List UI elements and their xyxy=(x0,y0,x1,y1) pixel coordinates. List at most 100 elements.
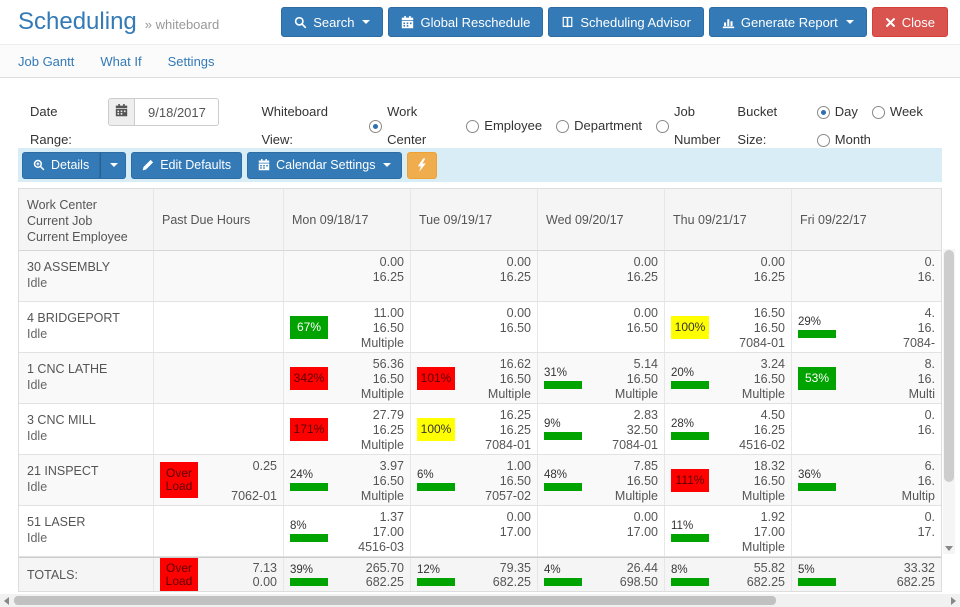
details-button[interactable]: Details xyxy=(22,152,100,179)
calendar-picker-button[interactable] xyxy=(108,98,136,126)
day-cell[interactable]: 29%4.16.7084- xyxy=(791,302,941,352)
nav-link-settings[interactable]: Settings xyxy=(168,54,215,69)
day-cell[interactable]: 101%16.6216.50Multiple xyxy=(410,353,537,403)
cell-indicator: 101% xyxy=(417,367,465,390)
scroll-right-arrow-icon[interactable] xyxy=(951,597,956,605)
workcenter-cell[interactable]: 4 BRIDGEPORTIdle xyxy=(19,302,153,352)
pastdue-cell[interactable]: Over Load0.25 7062-01 xyxy=(153,455,283,505)
value-line: 33.32 xyxy=(846,561,935,575)
day-cell[interactable]: 0.0017.00 xyxy=(537,506,664,556)
close-button[interactable]: Close xyxy=(872,7,948,37)
pastdue-cell[interactable] xyxy=(153,353,283,403)
scheduling-advisor-button[interactable]: Scheduling Advisor xyxy=(548,7,704,37)
cell-values: 0.0016.25 xyxy=(465,254,531,285)
radio-month[interactable]: Month xyxy=(817,126,871,154)
load-bar: 28% xyxy=(671,418,709,440)
day-cell[interactable]: 20%3.2416.50Multiple xyxy=(664,353,791,403)
radio-job-number[interactable]: Job Number xyxy=(656,98,737,154)
calendar-icon xyxy=(115,104,128,120)
vertical-scrollbar[interactable] xyxy=(943,249,955,554)
day-cell[interactable]: 53%8.16.Multi xyxy=(791,353,941,403)
day-cell[interactable]: 0.0016.25 xyxy=(283,251,410,301)
day-cell[interactable]: 36%6.16.Multip xyxy=(791,455,941,505)
workcenter-cell[interactable]: 3 CNC MILLIdle xyxy=(19,404,153,454)
scroll-left-arrow-icon[interactable] xyxy=(4,597,9,605)
load-bar: 5% xyxy=(798,564,836,586)
radio-day[interactable]: Day xyxy=(817,98,858,126)
workcenter-name: 4 BRIDGEPORT xyxy=(27,310,145,326)
generate-report-button[interactable]: Generate Report xyxy=(709,7,867,37)
day-cell[interactable]: 0.0016.25 xyxy=(410,251,537,301)
day-cell[interactable]: 31%5.1416.50Multiple xyxy=(537,353,664,403)
load-bar: 36% xyxy=(798,469,836,491)
workcenter-cell[interactable]: 51 LASERIdle xyxy=(19,506,153,556)
scroll-down-arrow-icon[interactable] xyxy=(945,546,953,551)
header-line: Work Center xyxy=(27,197,145,213)
pastdue-cell[interactable] xyxy=(153,404,283,454)
day-cell[interactable]: 111%18.3216.50Multiple xyxy=(664,455,791,505)
workcenter-cell[interactable]: 1 CNC LATHEIdle xyxy=(19,353,153,403)
workcenter-cell[interactable]: 21 INSPECTIdle xyxy=(19,455,153,505)
pastdue-cell[interactable] xyxy=(153,506,283,556)
day-cell[interactable]: 171%27.7916.25Multiple xyxy=(283,404,410,454)
day-cell[interactable]: 0.17. xyxy=(791,506,941,556)
edit-defaults-button[interactable]: Edit Defaults xyxy=(131,152,242,179)
day-cell[interactable]: 0.0016.25 xyxy=(664,251,791,301)
workcenter-cell[interactable]: 30 ASSEMBLYIdle xyxy=(19,251,153,301)
refresh-schedule-button[interactable] xyxy=(407,152,437,179)
load-bar: 29% xyxy=(798,316,836,338)
day-cell[interactable]: 67%11.0016.50Multiple xyxy=(283,302,410,352)
global-reschedule-button[interactable]: Global Reschedule xyxy=(388,7,543,37)
calendar-settings-button[interactable]: Calendar Settings xyxy=(247,152,402,179)
day-cell[interactable]: 8%1.3717.004516-03 xyxy=(283,506,410,556)
details-dropdown-toggle[interactable] xyxy=(100,152,126,179)
value-line: 16.50 xyxy=(465,321,531,336)
day-cell[interactable]: 0.16. xyxy=(791,251,941,301)
load-percent: 4% xyxy=(544,564,582,576)
cell-indicator: 29% xyxy=(798,316,846,338)
day-cell[interactable]: 0.16. xyxy=(791,404,941,454)
horizontal-scrollbar-thumb[interactable] xyxy=(14,596,776,605)
radio-work-center[interactable]: Work Center xyxy=(369,98,452,154)
nav-link-job-gantt[interactable]: Job Gantt xyxy=(18,54,74,69)
day-cell[interactable]: 342%56.3616.50Multiple xyxy=(283,353,410,403)
horizontal-scrollbar[interactable] xyxy=(0,594,960,607)
day-cell[interactable]: 100%16.2516.257084-01 xyxy=(410,404,537,454)
radio-week[interactable]: Week xyxy=(872,98,923,126)
day-cell[interactable]: 48%7.8516.50Multiple xyxy=(537,455,664,505)
cell-values xyxy=(208,356,277,357)
cell-values: 0.0017.00 xyxy=(465,509,531,540)
pastdue-cell[interactable] xyxy=(153,302,283,352)
bucket-size-options: Day Week Month xyxy=(817,98,930,154)
load-bar-fill xyxy=(671,578,709,586)
radio-employee[interactable]: Employee xyxy=(466,112,542,140)
load-badge-red: Over Load xyxy=(160,558,198,591)
search-button[interactable]: Search xyxy=(281,7,383,37)
nav-link-what-if[interactable]: What If xyxy=(100,54,141,69)
value-line: 26.44 xyxy=(592,561,658,575)
day-cell[interactable]: 0.0017.00 xyxy=(410,506,537,556)
day-cell[interactable]: 100%16.5016.507084-01 xyxy=(664,302,791,352)
value-line: 17.00 xyxy=(592,525,658,540)
day-cell[interactable]: 6%1.0016.507057-02 xyxy=(410,455,537,505)
cell-indicator: Over Load xyxy=(160,558,208,591)
day-cell[interactable]: 0.0016.25 xyxy=(537,251,664,301)
day-cell[interactable]: 24%3.9716.50Multiple xyxy=(283,455,410,505)
vertical-scrollbar-thumb[interactable] xyxy=(944,250,954,482)
radio-department[interactable]: Department xyxy=(556,112,642,140)
day-cell[interactable]: 0.0016.50 xyxy=(410,302,537,352)
day-cell[interactable]: 9%2.8332.507084-01 xyxy=(537,404,664,454)
day-cell[interactable]: 28%4.5016.254516-02 xyxy=(664,404,791,454)
day-cell[interactable]: 0.0016.50 xyxy=(537,302,664,352)
value-line: 682.25 xyxy=(465,575,531,589)
radio-icon xyxy=(556,120,569,133)
day-cell[interactable]: 11%1.9217.00Multiple xyxy=(664,506,791,556)
pastdue-cell[interactable] xyxy=(153,251,283,301)
header-line: Past Due Hours xyxy=(162,212,250,228)
value-line: Multiple xyxy=(592,489,658,504)
load-bar-fill xyxy=(544,483,582,491)
cell-indicator: 67% xyxy=(290,316,338,339)
date-range-input[interactable] xyxy=(135,98,219,126)
load-bar-fill xyxy=(798,483,836,491)
close-button-label: Close xyxy=(902,15,935,30)
